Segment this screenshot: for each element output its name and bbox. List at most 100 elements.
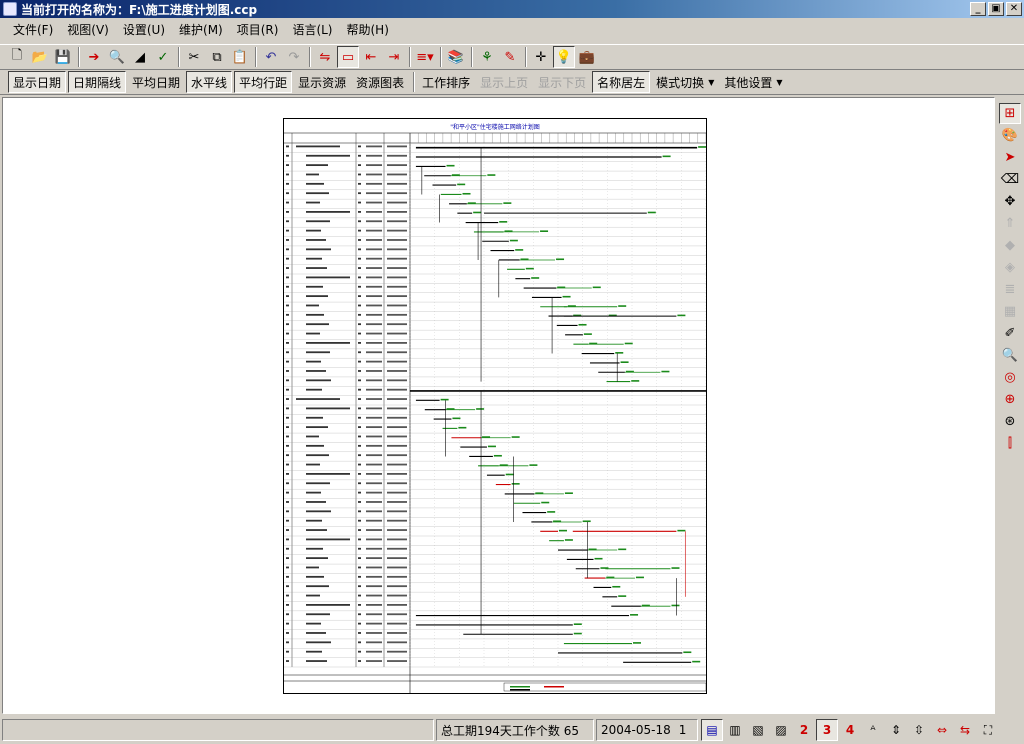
chart-workspace[interactable]: "和平小区"住宅楼施工网络计划图 (2, 97, 995, 714)
menu-project[interactable]: 项目(R) (230, 19, 286, 41)
row-number-mark (286, 398, 289, 400)
lightbulb-icon[interactable]: 💡 (553, 46, 575, 68)
tag-icon[interactable]: ◈ (999, 257, 1021, 278)
copy-icon[interactable]: ⧉ (206, 46, 228, 68)
finish-date-mark (387, 229, 407, 232)
cut-icon[interactable]: ✂ (183, 46, 205, 68)
up-level-icon[interactable]: ⇑ (999, 213, 1021, 234)
task-label-mark (462, 192, 471, 195)
compress-horizontal-icon[interactable]: ⇆ (954, 719, 976, 741)
fit-page-icon[interactable]: ⛶ (977, 719, 999, 741)
duration-mark (358, 257, 361, 260)
text-level-icon[interactable]: ᴬ (862, 719, 884, 741)
align-left-icon[interactable]: ⇤ (360, 46, 382, 68)
circle-tool-icon[interactable]: ◎ (999, 367, 1021, 388)
task-name-mark (306, 482, 330, 485)
zoom-icon[interactable]: 🔍 (999, 345, 1021, 366)
task-label-mark (647, 211, 656, 214)
name-align-left-button[interactable]: 名称居左 (592, 71, 651, 93)
compress-vertical-icon[interactable]: ⇳ (908, 719, 930, 741)
menu-maintain[interactable]: 维护(M) (172, 19, 230, 41)
level-2-button[interactable]: 2 (793, 719, 815, 741)
check-tool-icon[interactable]: ✓ (152, 46, 174, 68)
move-icon[interactable]: ✥ (999, 191, 1021, 212)
task-label-mark (635, 576, 644, 579)
save-icon[interactable]: 💾 (52, 46, 74, 68)
briefcase-icon[interactable]: 💼 (576, 46, 598, 68)
start-date-mark (366, 463, 382, 466)
expand-vertical-icon[interactable]: ⇕ (885, 719, 907, 741)
task-label-mark (612, 585, 621, 588)
minimize-button[interactable]: _ (970, 2, 986, 16)
target-icon[interactable]: ⊕ (999, 389, 1021, 410)
view-split-icon[interactable]: ▧ (747, 719, 769, 741)
task-name-mark (306, 641, 331, 644)
show-date-button[interactable]: 显示日期 (8, 71, 67, 93)
menu-language[interactable]: 语言(L) (285, 19, 339, 41)
maximize-button[interactable]: ▣ (988, 2, 1004, 16)
undo-icon[interactable]: ↶ (260, 46, 282, 68)
select-mode-icon[interactable]: ⊞ (999, 103, 1021, 124)
date-gridline-button[interactable]: 日期隔线 (68, 71, 127, 93)
prev-page-button[interactable]: 显示上页 (476, 71, 532, 93)
next-page-button[interactable]: 显示下页 (534, 71, 590, 93)
task-name-mark (306, 604, 350, 606)
move-cross-icon[interactable]: ✛ (530, 46, 552, 68)
row-number-mark (286, 463, 289, 466)
show-resources-button[interactable]: 显示资源 (294, 71, 350, 93)
print-preview-icon[interactable]: 🔍 (106, 46, 128, 68)
mode-switch-label: 模式切换 (656, 75, 705, 90)
menu-file[interactable]: 文件(F) (6, 19, 60, 41)
pointer-icon[interactable]: ➤ (999, 147, 1021, 168)
bar-style-icon[interactable]: ≡▾ (414, 46, 436, 68)
resource-chart-button[interactable]: 资源图表 (352, 71, 408, 93)
finish-date-mark (387, 529, 407, 531)
palette-icon[interactable]: 🎨 (999, 125, 1021, 146)
draw-tool-icon[interactable]: ✎ (499, 46, 521, 68)
align-right-icon[interactable]: ⇥ (383, 46, 405, 68)
bar-mode-icon[interactable]: ▭ (337, 46, 359, 68)
start-date-mark (366, 407, 382, 410)
view-table-icon[interactable]: ▥ (724, 719, 746, 741)
level-3-button[interactable]: 3 (816, 719, 838, 741)
lines-icon[interactable]: ≣ (999, 279, 1021, 300)
menu-view[interactable]: 视图(V) (60, 19, 116, 41)
average-row-spacing-button[interactable]: 平均行距 (234, 71, 293, 93)
split-icon[interactable]: ⫿ (999, 433, 1021, 454)
paste-icon[interactable]: 📋 (229, 46, 251, 68)
row-number-mark (286, 585, 289, 588)
new-file-icon[interactable]: 🗋 (6, 46, 28, 68)
mode-switch-dropdown[interactable]: 模式切换 ▼ (652, 71, 718, 93)
view-bars-icon[interactable]: ▤ (701, 719, 723, 741)
grid-icon[interactable]: ▦ (999, 301, 1021, 322)
eraser-icon[interactable]: ⌫ (999, 169, 1021, 190)
task-name-mark (306, 192, 329, 195)
start-date-mark (366, 426, 382, 429)
close-button[interactable]: ✕ (1006, 2, 1022, 16)
view-outline-icon[interactable]: ▨ (770, 719, 792, 741)
triangle-tool-icon[interactable]: ◢ (129, 46, 151, 68)
finish-date-mark (387, 276, 407, 279)
open-folder-icon[interactable]: 📂 (29, 46, 51, 68)
work-sort-button[interactable]: 工作排序 (418, 71, 474, 93)
row-number-mark (286, 332, 289, 335)
diamond-icon[interactable]: ◆ (999, 235, 1021, 256)
separator (309, 47, 311, 67)
other-settings-dropdown[interactable]: 其他设置 ▼ (720, 71, 786, 93)
menu-help[interactable]: 帮助(H) (340, 19, 396, 41)
brush-icon[interactable]: ✐ (999, 323, 1021, 344)
task-label-mark (556, 258, 565, 261)
resource-tool-icon[interactable]: ⚘ (476, 46, 498, 68)
level-4-button[interactable]: 4 (839, 719, 861, 741)
redo-icon[interactable]: ↷ (283, 46, 305, 68)
start-date-mark (366, 547, 382, 550)
link-bars-icon[interactable]: ⇋ (314, 46, 336, 68)
duration-mark (358, 435, 361, 438)
expand-horizontal-icon[interactable]: ⇔ (931, 719, 953, 741)
horizontal-line-button[interactable]: 水平线 (186, 71, 233, 93)
search-tool-icon[interactable]: ⊛ (999, 411, 1021, 432)
books-icon[interactable]: 📚 (445, 46, 467, 68)
average-date-button[interactable]: 平均日期 (128, 71, 184, 93)
menu-settings[interactable]: 设置(U) (116, 19, 172, 41)
export-icon[interactable]: ➔ (83, 46, 105, 68)
